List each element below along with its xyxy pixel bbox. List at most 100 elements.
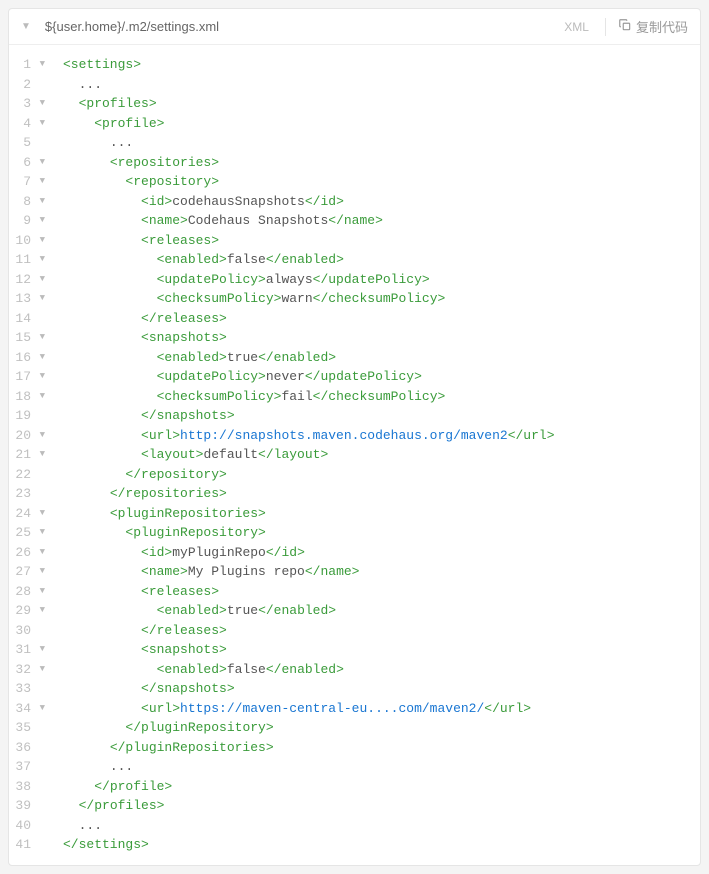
code-line: <snapshots> bbox=[63, 328, 700, 348]
code-token: </name> bbox=[328, 213, 383, 228]
line-number: 8 bbox=[9, 192, 31, 212]
code-token: <updatePolicy> bbox=[157, 272, 266, 287]
fold-icon[interactable]: ▼ bbox=[35, 270, 45, 290]
fold-icon[interactable]: ▼ bbox=[35, 601, 45, 621]
fold-icon[interactable]: ▼ bbox=[35, 387, 45, 407]
fold-icon[interactable]: ▼ bbox=[35, 231, 45, 251]
code-line: <snapshots> bbox=[63, 640, 700, 660]
gutter-line: 2 bbox=[9, 75, 55, 95]
line-number: 3 bbox=[9, 94, 31, 114]
code-token: </releases> bbox=[141, 311, 227, 326]
gutter-line: 8▼ bbox=[9, 192, 55, 212]
code-token: <updatePolicy> bbox=[157, 369, 266, 384]
code-token: <pluginRepositories> bbox=[110, 506, 266, 521]
code-line: <checksumPolicy>fail</checksumPolicy> bbox=[63, 387, 700, 407]
code-line: </repository> bbox=[63, 465, 700, 485]
fold-icon[interactable]: ▼ bbox=[35, 94, 45, 114]
gutter-line: 6▼ bbox=[9, 153, 55, 173]
line-number: 29 bbox=[9, 601, 31, 621]
code-token: <enabled> bbox=[157, 662, 227, 677]
code-line: <url>http://snapshots.maven.codehaus.org… bbox=[63, 426, 700, 446]
line-number: 37 bbox=[9, 757, 31, 777]
code-token: </profiles> bbox=[79, 798, 165, 813]
code-token: http://snapshots.maven.codehaus.org/mave… bbox=[180, 428, 508, 443]
code-line: ... bbox=[63, 757, 700, 777]
line-number: 40 bbox=[9, 816, 31, 836]
copy-label: 复制代码 bbox=[636, 17, 688, 36]
file-path: ${user.home}/.m2/settings.xml bbox=[45, 19, 564, 34]
fold-icon[interactable]: ▼ bbox=[35, 192, 45, 212]
fold-icon[interactable]: ▼ bbox=[35, 562, 45, 582]
line-number: 4 bbox=[9, 114, 31, 134]
code-content[interactable]: <settings> ... <profiles> <profile> ... … bbox=[55, 55, 700, 855]
line-number: 9 bbox=[9, 211, 31, 231]
line-gutter: 1▼23▼4▼56▼7▼8▼9▼10▼11▼12▼13▼1415▼16▼17▼1… bbox=[9, 55, 55, 855]
editor-header: ▼ ${user.home}/.m2/settings.xml XML 复制代码 bbox=[9, 9, 700, 45]
fold-icon[interactable]: ▼ bbox=[35, 640, 45, 660]
code-token: default bbox=[203, 447, 258, 462]
gutter-line: 24▼ bbox=[9, 504, 55, 524]
code-token: </enabled> bbox=[266, 662, 344, 677]
copy-code-button[interactable]: 复制代码 bbox=[618, 17, 688, 36]
gutter-line: 30 bbox=[9, 621, 55, 641]
code-token: <layout> bbox=[141, 447, 203, 462]
code-line: <profile> bbox=[63, 114, 700, 134]
code-token: never bbox=[266, 369, 305, 384]
line-number: 13 bbox=[9, 289, 31, 309]
line-number: 33 bbox=[9, 679, 31, 699]
code-token: </enabled> bbox=[258, 603, 336, 618]
line-number: 15 bbox=[9, 328, 31, 348]
code-token: Codehaus Snapshots bbox=[188, 213, 328, 228]
fold-icon[interactable]: ▼ bbox=[35, 348, 45, 368]
fold-icon[interactable]: ▼ bbox=[35, 211, 45, 231]
code-line: </profiles> bbox=[63, 796, 700, 816]
code-token: <settings> bbox=[63, 57, 141, 72]
dropdown-icon[interactable]: ▼ bbox=[21, 21, 31, 32]
fold-icon[interactable]: ▼ bbox=[35, 523, 45, 543]
code-token: </releases> bbox=[141, 623, 227, 638]
fold-icon[interactable]: ▼ bbox=[35, 289, 45, 309]
fold-icon[interactable]: ▼ bbox=[35, 114, 45, 134]
gutter-line: 5 bbox=[9, 133, 55, 153]
code-line: <id>codehausSnapshots</id> bbox=[63, 192, 700, 212]
fold-icon[interactable]: ▼ bbox=[35, 543, 45, 563]
gutter-line: 7▼ bbox=[9, 172, 55, 192]
line-number: 28 bbox=[9, 582, 31, 602]
code-token: </repository> bbox=[125, 467, 226, 482]
code-token: https://maven-central-eu....com/maven2/ bbox=[180, 701, 484, 716]
fold-icon[interactable]: ▼ bbox=[35, 504, 45, 524]
fold-icon[interactable]: ▼ bbox=[35, 55, 45, 75]
gutter-line: 17▼ bbox=[9, 367, 55, 387]
fold-icon[interactable]: ▼ bbox=[35, 660, 45, 680]
gutter-line: 21▼ bbox=[9, 445, 55, 465]
line-number: 1 bbox=[9, 55, 31, 75]
code-token: ... bbox=[79, 77, 102, 92]
fold-icon[interactable]: ▼ bbox=[35, 328, 45, 348]
gutter-line: 3▼ bbox=[9, 94, 55, 114]
code-token: </enabled> bbox=[266, 252, 344, 267]
code-token: </updatePolicy> bbox=[313, 272, 430, 287]
code-token: true bbox=[227, 350, 258, 365]
code-token: false bbox=[227, 252, 266, 267]
fold-icon[interactable]: ▼ bbox=[35, 699, 45, 719]
fold-icon[interactable]: ▼ bbox=[35, 153, 45, 173]
code-area: 1▼23▼4▼56▼7▼8▼9▼10▼11▼12▼13▼1415▼16▼17▼1… bbox=[9, 45, 700, 865]
code-line: </releases> bbox=[63, 621, 700, 641]
code-token: <releases> bbox=[141, 233, 219, 248]
gutter-line: 16▼ bbox=[9, 348, 55, 368]
line-number: 36 bbox=[9, 738, 31, 758]
code-token: <enabled> bbox=[157, 603, 227, 618]
fold-icon[interactable]: ▼ bbox=[35, 426, 45, 446]
fold-icon[interactable]: ▼ bbox=[35, 250, 45, 270]
fold-icon[interactable]: ▼ bbox=[35, 582, 45, 602]
code-line: </profile> bbox=[63, 777, 700, 797]
code-token: </id> bbox=[305, 194, 344, 209]
code-line: <updatePolicy>always</updatePolicy> bbox=[63, 270, 700, 290]
fold-icon[interactable]: ▼ bbox=[35, 172, 45, 192]
code-token: <releases> bbox=[141, 584, 219, 599]
code-token: warn bbox=[281, 291, 312, 306]
fold-icon[interactable]: ▼ bbox=[35, 367, 45, 387]
code-token: </layout> bbox=[258, 447, 328, 462]
gutter-line: 26▼ bbox=[9, 543, 55, 563]
fold-icon[interactable]: ▼ bbox=[35, 445, 45, 465]
